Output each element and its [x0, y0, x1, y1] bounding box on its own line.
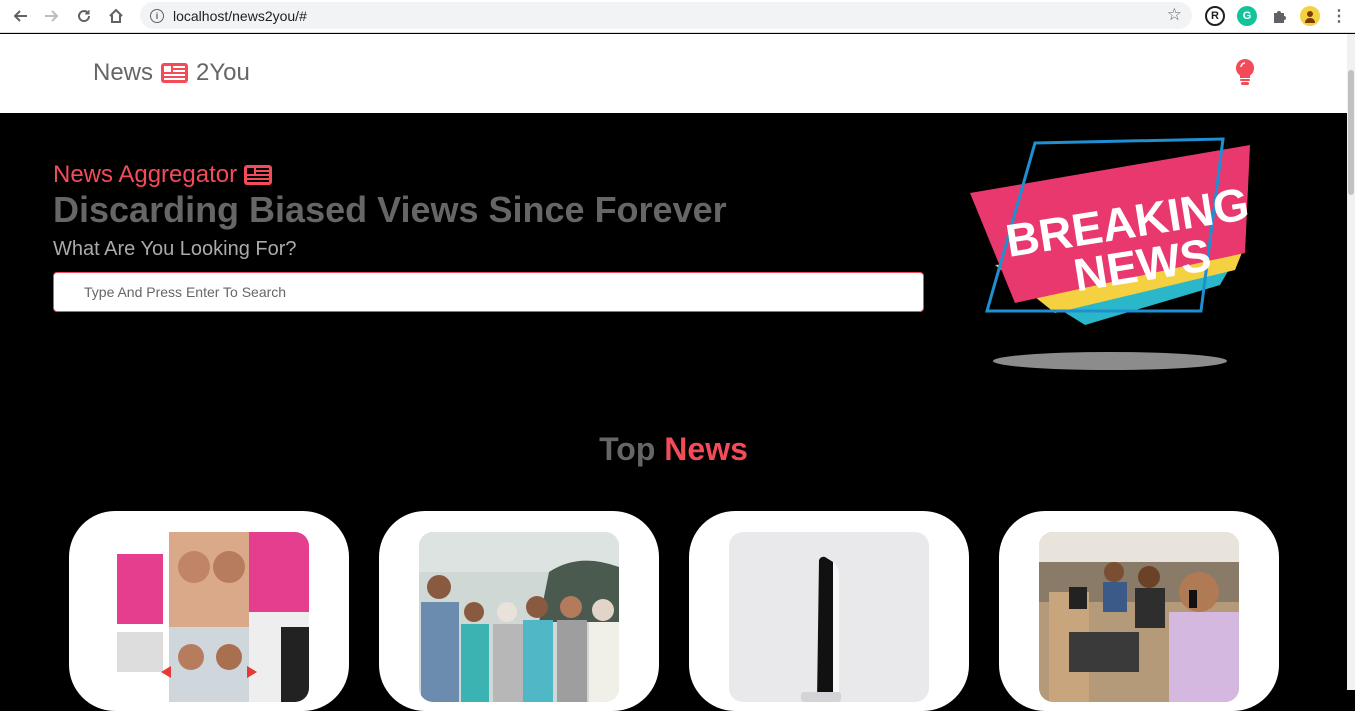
home-button[interactable] [100, 0, 132, 32]
grammarly-icon[interactable]: G [1237, 6, 1257, 26]
hero-tagline: Discarding Biased Views Since Forever [53, 189, 727, 230]
arrow-left-icon [13, 10, 27, 22]
news-card[interactable] [69, 511, 349, 711]
extension-r-icon[interactable]: R [1205, 6, 1225, 26]
address-bar[interactable]: i localhost/news2you/# ☆ [140, 2, 1192, 29]
news-card-image[interactable] [1039, 532, 1239, 702]
forward-button[interactable] [36, 0, 68, 32]
browser-toolbar: i localhost/news2you/# ☆ R G ⋮ [0, 0, 1355, 33]
news-card-image[interactable] [729, 532, 929, 702]
home-icon [109, 8, 123, 23]
newspaper-icon [244, 165, 273, 185]
news-card[interactable] [999, 511, 1279, 711]
site-navbar: News 2You [0, 34, 1347, 113]
news-card-image[interactable] [109, 532, 309, 702]
brand-text-left: News [93, 59, 154, 86]
extensions-puzzle-icon[interactable] [1269, 6, 1289, 26]
section-heading-part2: News [664, 431, 748, 467]
news-card[interactable] [379, 511, 659, 711]
section-heading-part1: Top [599, 431, 656, 467]
site-info-icon[interactable]: i [150, 8, 164, 23]
hero-section: News Aggregator Discarding Biased Views … [0, 113, 1347, 711]
scrollbar-thumb[interactable] [1348, 70, 1354, 195]
newspaper-icon [161, 63, 189, 83]
brand-text-right: 2You [196, 59, 250, 86]
news-card[interactable] [689, 511, 969, 711]
browser-menu-icon[interactable]: ⋮ [1331, 6, 1347, 26]
bookmark-star-icon[interactable]: ☆ [1167, 5, 1182, 25]
section-heading: Top News [0, 431, 1347, 468]
breaking-news-illustration: BREAKING NEWS [970, 137, 1253, 370]
lightbulb-icon [1235, 58, 1255, 85]
search-prompt: What Are You Looking For? [53, 238, 297, 260]
reload-icon [78, 10, 91, 23]
back-button[interactable] [4, 0, 36, 32]
brand-logo[interactable]: News 2You [93, 59, 250, 87]
theme-toggle-button[interactable] [1234, 58, 1256, 91]
reload-button[interactable] [68, 0, 100, 32]
hero-kicker: News Aggregator [53, 161, 273, 189]
profile-avatar[interactable] [1300, 6, 1320, 26]
arrow-right-icon [45, 10, 59, 22]
hero-kicker-text: News Aggregator [53, 161, 238, 188]
search-input[interactable] [53, 272, 924, 312]
news-card-image[interactable] [419, 532, 619, 702]
url-text[interactable]: localhost/news2you/# [173, 8, 307, 24]
